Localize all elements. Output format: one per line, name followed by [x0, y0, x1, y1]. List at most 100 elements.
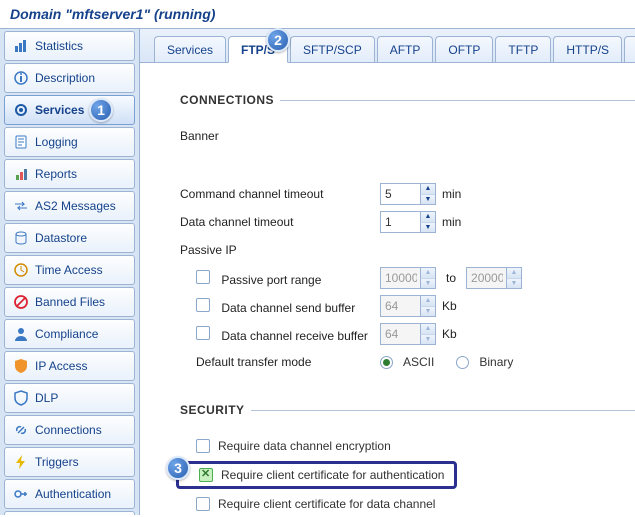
- sidebar-item-label: Description: [35, 71, 128, 85]
- sidebar-item-time-access[interactable]: Time Access: [4, 255, 135, 285]
- spin-up-icon[interactable]: ▲: [420, 212, 435, 223]
- send-buffer-checkbox[interactable]: [196, 298, 210, 312]
- sidebar-item-dlp[interactable]: DLP: [4, 383, 135, 413]
- sidebar-item-datastore[interactable]: Datastore: [4, 223, 135, 253]
- radio-binary[interactable]: [456, 356, 469, 369]
- sidebar-item-label: Services: [35, 103, 128, 117]
- sidebar-item-label: Time Access: [35, 263, 128, 277]
- sidebar-item-label: Reports: [35, 167, 128, 181]
- require-client-cert-data-label: Require client certificate for data chan…: [218, 497, 435, 511]
- sidebar-item-banned-files[interactable]: Banned Files: [4, 287, 135, 317]
- exchange-icon: [13, 198, 29, 214]
- sidebar-item-compliance[interactable]: Compliance: [4, 319, 135, 349]
- tab-strip: Services FTP/S SFTP/SCP AFTP OFTP TFTP H…: [140, 29, 635, 63]
- spin-up-icon[interactable]: ▲: [420, 184, 435, 195]
- sidebar-item-statistics[interactable]: Statistics: [4, 31, 135, 61]
- recv-buffer-label: Data channel receive buffer: [221, 329, 368, 343]
- sidebar-item-triggers[interactable]: Triggers: [4, 447, 135, 477]
- sidebar-item-label: Statistics: [35, 39, 128, 53]
- require-client-cert-auth-checkbox[interactable]: [199, 468, 213, 482]
- sidebar: Statistics Description Services Logging: [0, 29, 140, 515]
- spin-up-icon: ▲: [420, 296, 435, 307]
- page-title: Domain "mftserver1" (running): [0, 0, 635, 28]
- tab-sftp[interactable]: SFTP/SCP: [290, 36, 375, 62]
- unit-kb: Kb: [442, 299, 457, 313]
- data-timeout-label: Data channel timeout: [180, 215, 380, 229]
- chart-icon: [13, 38, 29, 54]
- sidebar-item-description[interactable]: Description: [4, 63, 135, 93]
- spin-down-icon[interactable]: ▼: [420, 195, 435, 205]
- tab-oftp[interactable]: OFTP: [435, 36, 493, 62]
- banner-label: Banner: [180, 129, 380, 143]
- section-connections: CONNECTIONS Banner Command channel timeo…: [180, 93, 635, 383]
- recv-buffer-checkbox[interactable]: [196, 326, 210, 340]
- radio-ascii[interactable]: [380, 356, 393, 369]
- spin-down-icon: ▼: [506, 279, 521, 289]
- link-icon: [13, 422, 29, 438]
- user-icon: [13, 326, 29, 342]
- sidebar-item-label: Triggers: [35, 455, 128, 469]
- tab-tftp[interactable]: TFTP: [495, 36, 551, 62]
- sidebar-item-label: Connections: [35, 423, 128, 437]
- tab-web[interactable]: We: [624, 36, 635, 62]
- unit-kb: Kb: [442, 327, 457, 341]
- spin-down-icon[interactable]: ▼: [420, 223, 435, 233]
- passive-ip-label: Passive IP: [180, 243, 380, 257]
- sidebar-item-label: DLP: [35, 391, 128, 405]
- require-client-cert-data-checkbox[interactable]: [196, 497, 210, 511]
- spin-down-icon: ▼: [420, 335, 435, 345]
- sidebar-item-logging[interactable]: Logging: [4, 127, 135, 157]
- highlight-require-client-cert-auth: Require client certificate for authentic…: [176, 461, 457, 489]
- sidebar-item-label: AS2 Messages: [35, 199, 128, 213]
- tab-ftps[interactable]: FTP/S: [228, 36, 288, 63]
- sidebar-item-label: IP Access: [35, 359, 128, 373]
- transfer-mode-label: Default transfer mode: [196, 355, 380, 369]
- require-encryption-checkbox[interactable]: [196, 439, 210, 453]
- section-security: SECURITY Require data channel encryption…: [180, 403, 635, 515]
- data-timeout-spinner[interactable]: ▲▼: [380, 211, 436, 233]
- sidebar-item-connections[interactable]: Connections: [4, 415, 135, 445]
- section-connections-legend: CONNECTIONS: [180, 93, 280, 107]
- sidebar-item-services[interactable]: Services: [4, 95, 135, 125]
- sidebar-item-reports[interactable]: Reports: [4, 159, 135, 189]
- shield-icon: [13, 358, 29, 374]
- send-buffer-spinner[interactable]: ▲▼: [380, 295, 436, 317]
- key-icon: [13, 486, 29, 502]
- unit-min: min: [442, 187, 461, 201]
- require-encryption-label: Require data channel encryption: [218, 439, 391, 453]
- tab-services[interactable]: Services: [154, 36, 226, 62]
- sidebar-item-ip-access[interactable]: IP Access: [4, 351, 135, 381]
- db-icon: [13, 230, 29, 246]
- cmd-timeout-label: Command channel timeout: [180, 187, 380, 201]
- sidebar-item-label: Banned Files: [35, 295, 128, 309]
- panel-body: CONNECTIONS Banner Command channel timeo…: [140, 63, 635, 515]
- gear-icon: [13, 102, 29, 118]
- unit-min: min: [442, 215, 461, 229]
- recv-buffer-spinner[interactable]: ▲▼: [380, 323, 436, 345]
- port-range-from-spinner[interactable]: ▲▼: [380, 267, 436, 289]
- radio-ascii-label: ASCII: [403, 355, 434, 369]
- port-range-label: Passive port range: [221, 273, 321, 287]
- tab-aftp[interactable]: AFTP: [377, 36, 434, 62]
- tab-https[interactable]: HTTP/S: [553, 36, 622, 62]
- sidebar-item-label: Compliance: [35, 327, 128, 341]
- sidebar-item-authentication[interactable]: Authentication: [4, 479, 135, 509]
- sidebar-item-as2[interactable]: AS2 Messages: [4, 191, 135, 221]
- clock-icon: [13, 262, 29, 278]
- dlp-icon: [13, 390, 29, 406]
- ban-icon: [13, 294, 29, 310]
- to-label: to: [442, 271, 460, 285]
- port-range-checkbox[interactable]: [196, 270, 210, 284]
- port-range-to-spinner[interactable]: ▲▼: [466, 267, 522, 289]
- info-icon: [13, 70, 29, 86]
- sidebar-item-label: Datastore: [35, 231, 128, 245]
- cmd-timeout-spinner[interactable]: ▲▼: [380, 183, 436, 205]
- require-client-cert-auth-label: Require client certificate for authentic…: [221, 468, 444, 482]
- bolt-icon: [13, 454, 29, 470]
- page-icon: [13, 134, 29, 150]
- spin-up-icon: ▲: [506, 268, 521, 279]
- spin-down-icon: ▼: [420, 307, 435, 317]
- spin-up-icon: ▲: [420, 268, 435, 279]
- section-security-legend: SECURITY: [180, 403, 251, 417]
- sidebar-item-users[interactable]: Users: [4, 511, 135, 515]
